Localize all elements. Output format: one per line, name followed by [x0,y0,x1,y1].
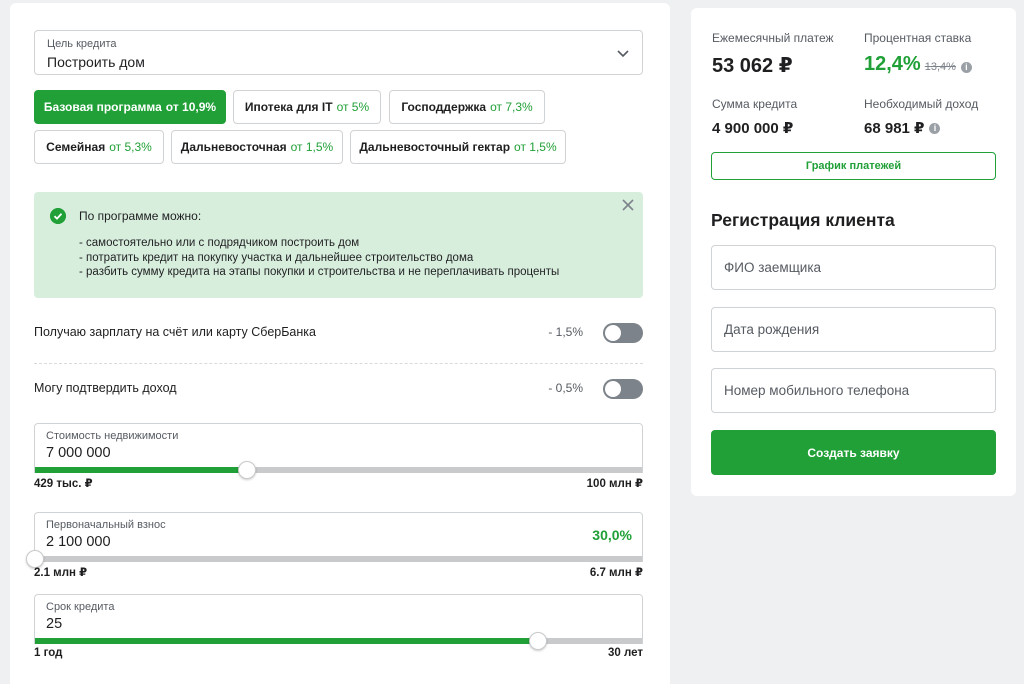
info-icon[interactable]: i [929,122,941,134]
salary-card-toggle[interactable] [603,323,643,343]
salary-card-label: Получаю зарплату на счёт или карту СберБ… [34,325,316,339]
info-icon[interactable]: i [960,62,972,73]
program-chip-hectare[interactable]: Дальневосточный гектар от 1,5% [350,130,566,164]
program-chip-gov[interactable]: Господдержка от 7,3% [389,90,545,124]
down-payment-slider[interactable] [26,550,642,568]
salary-card-toggle-row: Получаю зарплату на счёт или карту СберБ… [34,318,643,348]
program-rate: от 5% [336,100,370,114]
program-rate: от 5,3% [109,140,152,154]
interest-rate-row: 12,4% 13,4% i [864,53,972,76]
loan-amount-value: 4 900 000 ₽ [712,120,794,137]
income-proof-toggle-row: Могу подтвердить доход - 0,5% [34,374,643,404]
slider-handle[interactable] [528,632,547,650]
program-name: Семейная [46,140,106,154]
salary-card-discount: - 1,5% [548,325,583,339]
range-min: 2.1 млн ₽ [34,567,88,579]
down-payment-percent: 30,0% [592,527,632,543]
close-icon[interactable] [621,198,635,212]
loan-term-field[interactable]: Срок кредита 25 [34,594,643,650]
monthly-payment: Ежемесячный платеж 53 062 ₽ [712,31,834,78]
property-cost-slider[interactable] [35,461,642,479]
down-payment-field[interactable]: Первоначальный взнос 2 100 000 30,0% [26,512,643,568]
list-item: разбить сумму кредита на этапы покупки и… [79,265,559,280]
loan-purpose-select[interactable]: Цель кредита Построить дом [34,30,643,75]
program-chip-family[interactable]: Семейная от 5,3% [34,130,164,164]
list-item: потратить кредит на покупку участка и да… [79,251,559,266]
down-payment-value[interactable]: 2 100 000 [46,534,111,550]
loan-amount: Сумма кредита 4 900 000 ₽ [712,97,797,137]
income-proof-label: Могу подтвердить доход [34,381,177,395]
required-income: Необходимый доход 68 981 ₽ i [864,97,978,137]
range-max: 6.7 млн ₽ [589,567,643,579]
required-income-row: 68 981 ₽ i [864,119,978,137]
program-name: Дальневосточная [180,140,287,154]
program-rate: от 10,9% [165,100,217,114]
loan-term-label: Срок кредита [46,601,115,613]
program-name: Господдержка [401,100,487,114]
check-circle-icon [50,208,66,224]
program-rate: от 7,3% [490,100,533,114]
birth-date-field[interactable]: Дата рождения [711,307,996,352]
create-application-button[interactable]: Создать заявку [711,430,996,475]
property-cost-field[interactable]: Стоимость недвижимости 7 000 000 [34,423,643,479]
program-chip-base[interactable]: Базовая программа от 10,9% [34,90,226,124]
borrower-name-field[interactable]: ФИО заемщика [711,245,996,290]
range-min: 1 год [34,647,63,659]
phone-field[interactable]: Номер мобильного телефона [711,368,996,413]
property-cost-label: Стоимость недвижимости [46,430,179,442]
registration-title: Регистрация клиента [711,210,895,230]
required-income-value: 68 981 ₽ [864,120,925,137]
loan-term-slider[interactable] [35,632,642,650]
divider [34,363,643,364]
info-list: самостоятельно или с подрядчиком построи… [79,236,559,280]
range-min: 429 тыс. ₽ [34,478,93,490]
program-chip-far-east[interactable]: Дальневосточная от 1,5% [171,130,343,164]
loan-amount-label: Сумма кредита [712,97,798,111]
income-proof-toggle[interactable] [603,379,643,399]
slider-handle[interactable] [238,461,257,479]
interest-rate-value: 12,4% [864,53,921,75]
monthly-payment-value: 53 062 ₽ [712,55,793,77]
loan-purpose-label: Цель кредита [47,38,117,50]
slider-fill [35,638,538,644]
required-income-label: Необходимый доход [864,97,979,111]
info-title: По программе можно: [79,209,202,223]
loan-term-value[interactable]: 25 [46,616,62,632]
chevron-down-icon [617,50,629,58]
summary-panel: Ежемесячный платеж 53 062 ₽ Процентная с… [691,8,1016,496]
program-name: Дальневосточный гектар [359,140,511,154]
interest-rate-label: Процентная ставка [864,31,972,45]
interest-rate: Процентная ставка 12,4% 13,4% i [864,31,972,76]
program-name: Базовая программа [43,100,162,114]
down-payment-label: Первоначальный взнос [46,519,166,531]
income-proof-discount: - 0,5% [548,381,583,395]
property-cost-value[interactable]: 7 000 000 [46,445,111,461]
program-rate: от 1,5% [290,140,334,154]
interest-rate-old: 13,4% [924,61,956,73]
program-chip-it[interactable]: Ипотека для IT от 5% [233,90,381,124]
program-rate: от 1,5% [514,140,557,154]
range-max: 30 лет [607,647,643,659]
range-max: 100 млн ₽ [586,478,643,490]
loan-purpose-value: Построить дом [47,54,145,70]
program-info-box: По программе можно: самостоятельно или с… [34,192,643,298]
program-name: Ипотека для IT [244,100,333,114]
list-item: самостоятельно или с подрядчиком построи… [79,236,559,251]
slider-fill [35,467,248,473]
calculator-panel: Цель кредита Построить дом Базовая прогр… [10,3,670,684]
monthly-payment-label: Ежемесячный платеж [712,31,834,45]
payment-schedule-button[interactable]: График платежей [711,152,996,180]
